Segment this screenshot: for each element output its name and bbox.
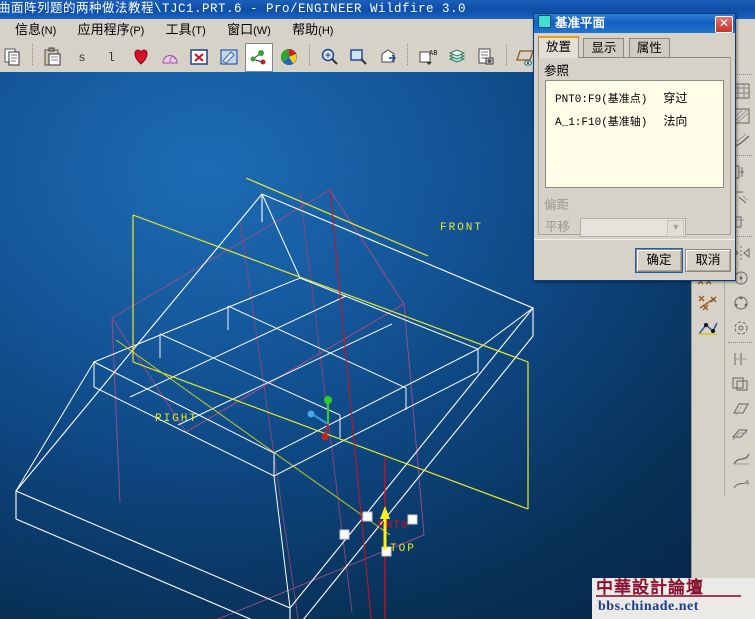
dialog-tab-strip: 放置 显示 属性 [538,36,735,58]
toolbar-separator [503,41,510,68]
dialog-footer: 确定 取消 [534,239,735,280]
solidify-icon[interactable] [726,446,755,471]
toolbar-separator [29,41,36,68]
menu-help-label: 帮助 [292,22,319,37]
layers-icon[interactable] [444,43,470,70]
references-list[interactable]: PNT0:F9(基准点) 穿过 A_1:F10(基准轴) 法向 [545,80,724,188]
pattern-circle-icon[interactable] [726,290,755,315]
paint-icon[interactable] [216,43,242,70]
reference-entity: PNT0:F9(基准点) [555,94,648,106]
zoom-area-icon[interactable] [345,43,371,70]
heart-icon[interactable] [128,43,154,70]
datum-point-offset-icon[interactable] [693,290,723,315]
application-window: 曲面阵列题的两种做法教程\TJC1.PRT.6 - Pro/ENGINEER W… [0,0,755,619]
offset-section-label: 偏距 [544,198,570,212]
toolbar-separator [404,41,411,68]
new-view-icon[interactable] [375,43,401,70]
watermark-strike [596,595,741,597]
merge-icon[interactable] [726,371,755,396]
color-wheel-icon[interactable] [276,43,302,70]
offset-surface-icon[interactable] [726,396,755,421]
shell-icon[interactable] [157,43,183,70]
thicken-icon[interactable] [726,421,755,446]
chevron-down-icon: ▼ [667,220,685,238]
s-glyph-icon[interactable]: s [69,43,95,70]
datum-plane-dialog[interactable]: 基准平面 ✕ 放置 显示 属性 参照 PNT0:F9(基准点) 穿过 A_1:F1… [533,13,736,281]
offset-translation-dropdown: ▼ [580,218,687,238]
selection-handles [339,511,418,557]
reference-entity: A_1:F10(基准轴) [555,117,648,129]
svg-text:AB: AB [429,49,437,57]
reference-constraint: 法向 [663,114,688,128]
menu-applications-mnemonic: (P) [129,25,145,37]
tab-properties[interactable]: 属性 [628,38,670,58]
relations-icon[interactable] [245,43,274,72]
menu-tools-label: 工具 [165,22,192,37]
dialog-title-label: 基准平面 [555,16,606,30]
cancel-button[interactable]: 取消 [685,249,731,272]
menu-tools[interactable]: 工具(T) [157,19,215,41]
offset-translation-row: 平移 ▼ [545,216,730,238]
menu-tools-mnemonic: (T) [191,25,206,37]
menu-window-mnemonic: (W) [253,25,271,37]
copy-icon[interactable] [0,43,26,70]
pattern-group-icon[interactable] [726,315,755,340]
menu-info[interactable]: 信息(N) [6,19,65,41]
window-title: 曲面阵列题的两种做法教程\TJC1.PRT.6 - Pro/ENGINEER W… [0,2,467,16]
dialog-placement-panel: 参照 PNT0:F9(基准点) 穿过 A_1:F10(基准轴) 法向 偏距 平移 ▼ [538,57,731,238]
datum-coord-sys-icon[interactable] [693,315,723,340]
menu-info-mnemonic: (N) [41,25,57,37]
references-section-label: 参照 [544,64,570,78]
menu-applications-label: 应用程序 [77,22,130,37]
zoom-in-icon[interactable] [316,43,342,70]
direction-arrow [380,506,390,550]
reference-row[interactable]: PNT0:F9(基准点) 穿过 [546,87,723,110]
offset-field-label: 平移 [545,220,571,234]
menu-info-label: 信息 [15,22,42,37]
ok-button[interactable]: 确定 [635,248,683,273]
s-glyph-label: s [78,51,86,65]
menu-applications[interactable]: 应用程序(P) [69,19,154,41]
delete-x-icon[interactable] [186,43,212,70]
reference-row[interactable]: A_1:F10(基准轴) 法向 [546,110,723,133]
datum-ab-icon[interactable]: AB [415,43,441,70]
toolbar-separator [306,41,313,68]
tab-display[interactable]: 显示 [583,38,625,58]
model-tree-icon[interactable] [473,43,499,70]
paste-icon[interactable] [40,43,66,70]
tab-placement[interactable]: 放置 [538,36,580,58]
l-glyph-label: l [107,51,115,65]
menu-window[interactable]: 窗口(W) [218,19,280,41]
reference-constraint: 穿过 [663,91,688,105]
forum-watermark: 中華設計論壇 bbs.chinade.net [592,578,755,619]
close-icon[interactable]: ✕ [715,16,733,33]
dialog-title-bar: 基准平面 ✕ [534,14,735,33]
menu-window-label: 窗口 [227,22,254,37]
watermark-url: bbs.chinade.net [598,599,699,614]
datum-plane-icon [538,15,551,28]
trim-icon[interactable] [726,346,755,371]
extend-icon[interactable] [726,471,755,496]
menu-help[interactable]: 帮助(H) [283,19,342,41]
menu-help-mnemonic: (H) [318,25,334,37]
l-glyph-icon[interactable]: l [98,43,124,70]
